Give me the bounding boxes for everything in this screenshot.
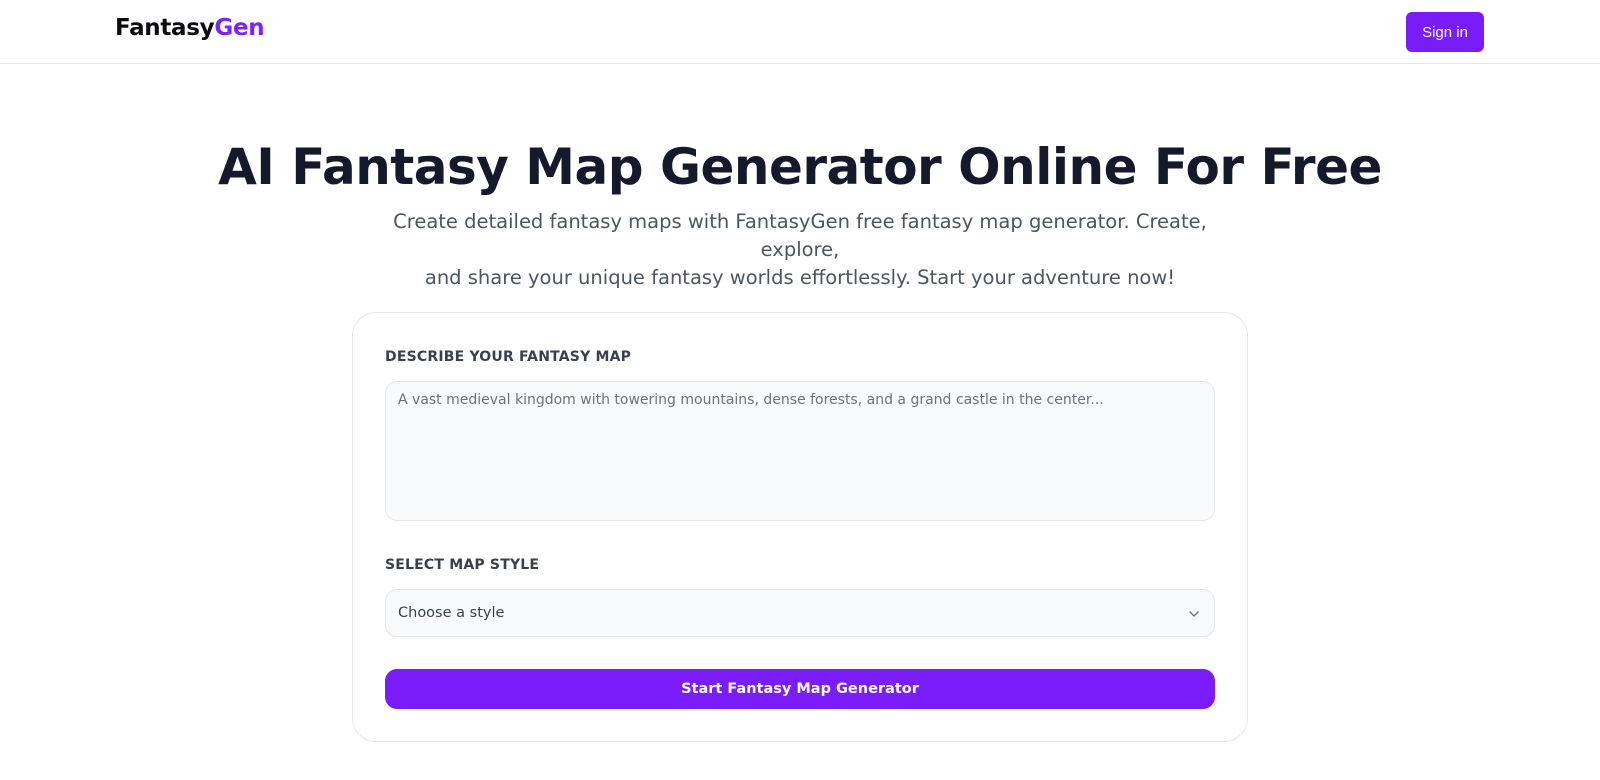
- chevron-down-icon: [1189, 611, 1199, 617]
- page-title: AI Fantasy Map Generator Online For Free: [218, 138, 1382, 196]
- map-style-label: SELECT MAP STYLE: [385, 557, 540, 573]
- fantasygen-logo[interactable]: FantasyGen: [115, 15, 265, 41]
- start-generator-button[interactable]: Start Fantasy Map Generator: [385, 669, 1215, 709]
- subtitle-line-2: and share your unique fantasy worlds eff…: [424, 266, 1176, 289]
- map-description-input[interactable]: [385, 381, 1215, 521]
- subtitle-line-1: Create detailed fantasy maps with Fantas…: [393, 210, 1207, 261]
- map-style-selected-value: Choose a style: [398, 605, 505, 621]
- logo-text-main: Fantasy: [115, 15, 215, 41]
- describe-map-label: DESCRIBE YOUR FANTASY MAP: [385, 349, 632, 365]
- map-style-select[interactable]: Choose a style: [385, 589, 1215, 637]
- logo-text-accent: Gen: [214, 15, 265, 41]
- sign-in-button[interactable]: Sign in: [1406, 12, 1484, 52]
- page-subtitle: Create detailed fantasy maps with Fantas…: [360, 208, 1240, 292]
- map-generator-form-card: DESCRIBE YOUR FANTASY MAP SELECT MAP STY…: [352, 312, 1248, 742]
- top-navigation-bar: FantasyGen Sign in: [0, 0, 1600, 64]
